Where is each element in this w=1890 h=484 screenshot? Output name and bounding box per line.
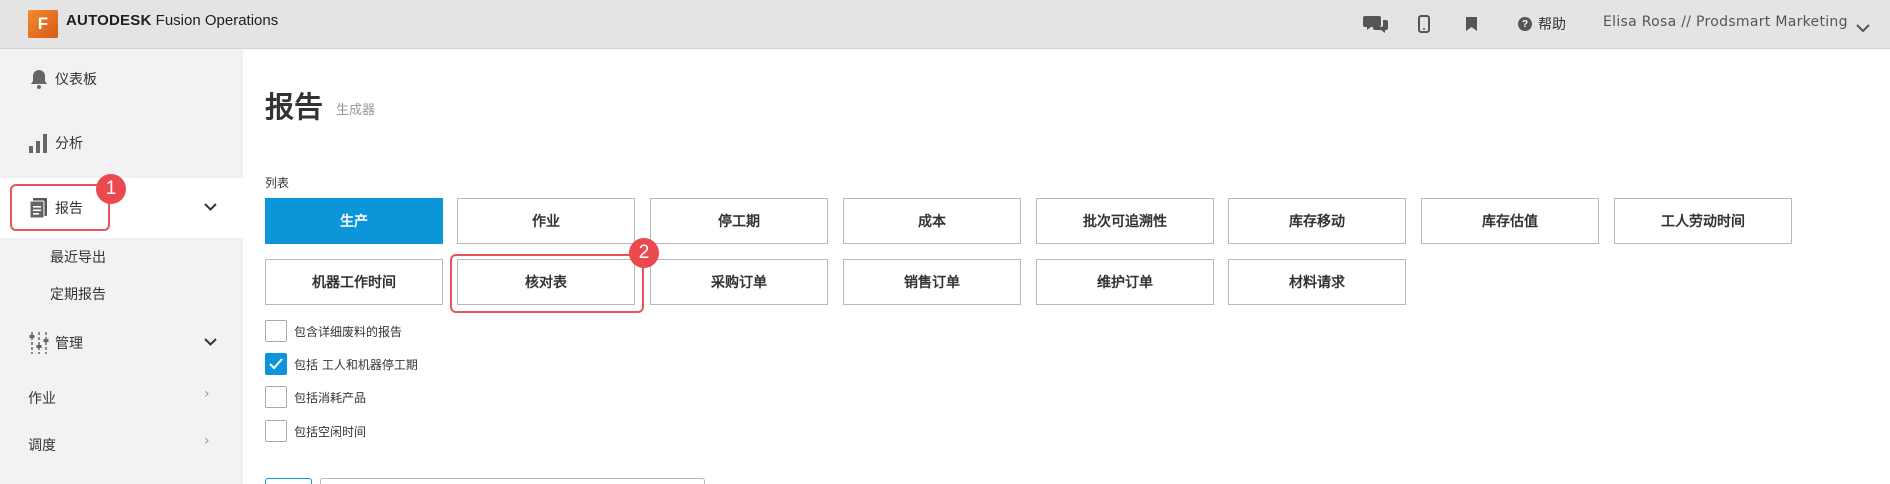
option-consumed-products[interactable]: 包括消耗产品 bbox=[265, 386, 366, 408]
sidebar-item-analytics[interactable]: 分析 bbox=[0, 128, 243, 158]
report-type-downtime[interactable]: 停工期 bbox=[650, 198, 828, 244]
logo-letter: F bbox=[37, 14, 49, 33]
report-type-cost[interactable]: 成本 bbox=[843, 198, 1021, 244]
sidebar-subitem-scheduled-reports[interactable]: 定期报告 bbox=[50, 284, 106, 304]
app-logo[interactable]: F bbox=[28, 10, 58, 38]
brand-bold: AUTODESK bbox=[66, 12, 152, 29]
chevron-down-icon[interactable] bbox=[204, 335, 217, 351]
top-bar: F AUTODESK Fusion Operations ? 帮助 Elisa … bbox=[0, 0, 1890, 49]
sidebar-subitem-recent-exports[interactable]: 最近导出 bbox=[50, 247, 106, 267]
sidebar-item-jobs[interactable]: 作业 bbox=[28, 388, 56, 408]
report-type-material-requests[interactable]: 材料请求 bbox=[1228, 259, 1406, 305]
sidebar-item-label: 分析 bbox=[55, 136, 83, 152]
report-type-worker-labor-time[interactable]: 工人劳动时间 bbox=[1614, 198, 1792, 244]
chevron-down-icon[interactable] bbox=[1856, 18, 1870, 37]
report-type-batch-traceability[interactable]: 批次可追溯性 bbox=[1036, 198, 1214, 244]
brand-product: Fusion Operations bbox=[155, 12, 279, 29]
bar-chart-icon bbox=[28, 132, 50, 154]
sidebar-item-scheduling[interactable]: 调度 bbox=[28, 435, 56, 455]
option-label: 包括 工人和机器停工期 bbox=[294, 357, 418, 372]
option-idle-time[interactable]: 包括空闲时间 bbox=[265, 420, 366, 442]
report-type-maintenance-orders[interactable]: 维护订单 bbox=[1036, 259, 1214, 305]
option-worker-machine-downtime[interactable]: 包括 工人和机器停工期 bbox=[265, 353, 418, 375]
user-menu[interactable]: Elisa Rosa // Prodsmart Marketing bbox=[1603, 14, 1848, 30]
chevron-right-icon: › bbox=[204, 386, 210, 402]
sliders-icon bbox=[28, 331, 50, 355]
help-icon: ? bbox=[1518, 17, 1532, 31]
report-type-production[interactable]: 生产 bbox=[265, 198, 443, 244]
report-type-machine-time[interactable]: 机器工作时间 bbox=[265, 259, 443, 305]
check-icon bbox=[269, 358, 283, 370]
bell-icon bbox=[28, 68, 50, 90]
option-label: 包含详细废料的报告 bbox=[294, 324, 403, 339]
step-badge-2: 2 bbox=[629, 238, 659, 268]
chevron-down-icon[interactable] bbox=[204, 200, 217, 216]
list-label: 列表 bbox=[265, 176, 290, 190]
report-type-inventory-valuation[interactable]: 库存估值 bbox=[1421, 198, 1599, 244]
bookmark-icon[interactable] bbox=[1464, 12, 1478, 36]
checkbox[interactable] bbox=[265, 320, 287, 342]
chat-icon[interactable] bbox=[1362, 12, 1390, 36]
checkbox-checked[interactable] bbox=[265, 353, 287, 375]
report-type-inventory-movement[interactable]: 库存移动 bbox=[1228, 198, 1406, 244]
help-link[interactable]: ? 帮助 bbox=[1518, 14, 1566, 34]
highlight-box-checklist bbox=[450, 254, 644, 313]
option-label: 包括空闲时间 bbox=[294, 424, 367, 439]
help-label: 帮助 bbox=[1538, 17, 1566, 33]
page-subtitle: 生成器 bbox=[336, 103, 376, 118]
sidebar-item-dashboard[interactable]: 仪表板 bbox=[0, 64, 243, 94]
chevron-right-icon: › bbox=[204, 433, 210, 449]
highlight-box-reports bbox=[10, 184, 110, 231]
checkbox[interactable] bbox=[265, 386, 287, 408]
option-label: 包括消耗产品 bbox=[294, 390, 367, 405]
sidebar bbox=[0, 49, 243, 484]
report-type-sales-orders[interactable]: 销售订单 bbox=[843, 259, 1021, 305]
step-badge-1: 1 bbox=[96, 174, 126, 204]
mobile-icon[interactable] bbox=[1416, 12, 1432, 36]
report-type-jobs[interactable]: 作业 bbox=[457, 198, 635, 244]
date-range-input[interactable] bbox=[320, 478, 705, 484]
report-type-purchase-orders[interactable]: 采购订单 bbox=[650, 259, 828, 305]
date-picker-button[interactable] bbox=[265, 478, 312, 484]
sidebar-item-label: 仪表板 bbox=[55, 72, 97, 88]
sidebar-item-label: 管理 bbox=[55, 336, 83, 352]
checkbox[interactable] bbox=[265, 420, 287, 442]
brand-name: AUTODESK Fusion Operations bbox=[66, 12, 278, 29]
option-scrap-detail[interactable]: 包含详细废料的报告 bbox=[265, 320, 402, 342]
sidebar-item-manage[interactable]: 管理 bbox=[0, 328, 243, 358]
page-title: 报告 bbox=[265, 90, 324, 124]
